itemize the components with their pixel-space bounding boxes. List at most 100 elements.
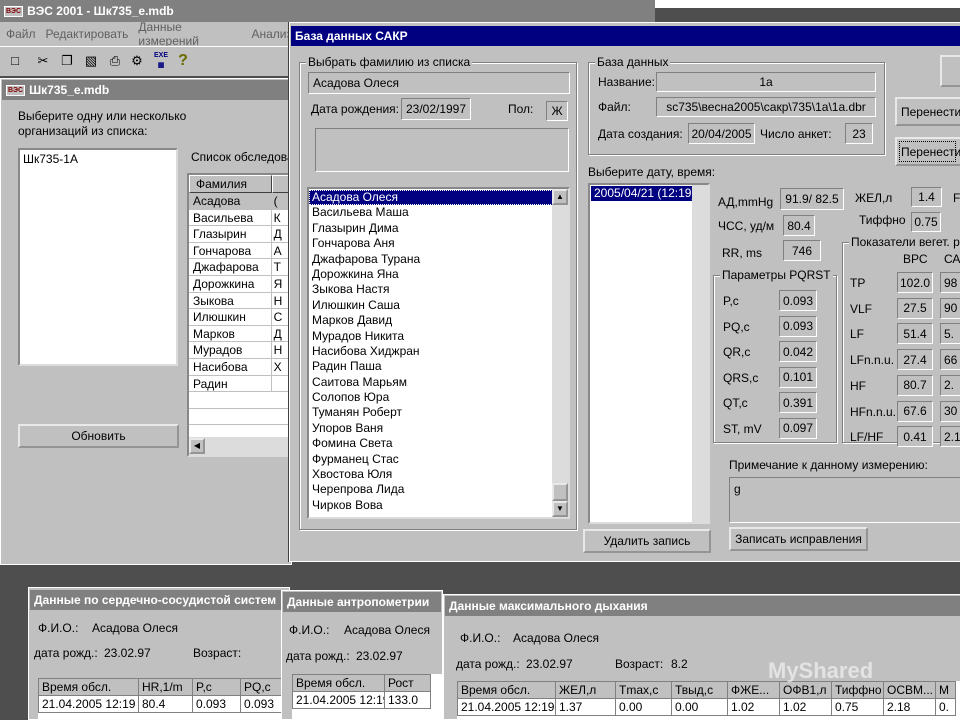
export-icon[interactable]: EXE ▦ — [152, 51, 170, 71]
scroll-down-icon[interactable]: ▼ — [552, 501, 568, 517]
name-list-item[interactable]: Марков Давид — [309, 313, 553, 328]
table-header-cell[interactable]: ЖЕЛ,л — [555, 681, 616, 699]
name-list-item[interactable]: Фурманец Стас — [309, 452, 553, 467]
selected-name-field[interactable]: Асадова Олеся — [308, 72, 570, 94]
name-list-item[interactable]: Солопов Юра — [309, 390, 553, 405]
surname-cell[interactable]: Илюшкин — [189, 309, 272, 325]
name-list-item[interactable]: Джафарова Турана — [309, 252, 553, 267]
name-list-item[interactable]: Мурадов Никита — [309, 329, 553, 344]
cut-icon[interactable]: ✂ — [34, 51, 52, 71]
table-header-cell[interactable]: P,c — [192, 678, 241, 696]
table-row[interactable]: Зыкова Н — [189, 292, 290, 310]
table-cell[interactable]: 0.093 — [192, 695, 241, 713]
surname-col2-cell[interactable]: С — [272, 309, 290, 325]
table-row[interactable]: Насибова Х — [189, 358, 290, 376]
table-cell[interactable]: 0. — [935, 698, 956, 716]
name-list-item[interactable]: Фомина Света — [309, 436, 553, 451]
veg-sa-value[interactable]: 98 — [940, 272, 960, 293]
surname-cell[interactable]: Дорожкина — [189, 275, 272, 292]
copy-icon[interactable]: ❐ — [58, 51, 76, 71]
surname-col2-cell[interactable]: Я — [272, 276, 290, 292]
table-header-cell[interactable]: ОФВ1,л — [779, 681, 832, 699]
delete-record-button[interactable]: Удалить запись — [583, 529, 711, 553]
name-list-item[interactable]: Саитова Марьям — [309, 375, 553, 390]
veg-sa-value[interactable]: 2. — [940, 374, 960, 396]
surname-cell[interactable]: Мурадов — [189, 342, 272, 358]
surname-col2-cell[interactable] — [272, 376, 290, 392]
table-row[interactable]: Марков Д — [189, 325, 290, 343]
veg-sa-value[interactable]: 5. — [940, 323, 960, 345]
note-field[interactable]: g — [729, 477, 960, 523]
surname-cell[interactable]: Джафарова — [189, 259, 272, 275]
table-cell[interactable]: 21.04.2005 12:19 — [292, 691, 385, 709]
sex-field[interactable]: Ж — [546, 101, 568, 121]
table-cell[interactable]: 0.00 — [671, 698, 728, 716]
dob-field[interactable]: 23/02/1997 — [401, 98, 471, 120]
name-list-item[interactable]: Гончарова Аня — [309, 236, 553, 251]
surveyed-grid[interactable]: Фамилия Асадова(Васильева К Глазырин Д Гонча… — [187, 173, 292, 457]
ad-field[interactable]: 91.9/ 82.5 — [780, 188, 844, 210]
table-header-cell[interactable]: М — [935, 681, 956, 699]
table-row[interactable]: 21.04.2005 12:19 133.0 — [292, 691, 431, 709]
db-created-field[interactable]: 20/04/2005 — [688, 123, 755, 144]
name-list-item[interactable]: Глазырин Дима — [309, 221, 553, 236]
col-header-2[interactable] — [271, 175, 290, 193]
table-header-cell[interactable]: Рост — [384, 674, 431, 692]
transfer-button-1[interactable]: Перенести — [895, 97, 960, 126]
name-list-item[interactable]: Дорожкина Яна — [309, 267, 553, 282]
menu-file[interactable]: Файл — [6, 27, 36, 41]
org-list[interactable]: Шк735-1А — [18, 148, 178, 366]
rr-field[interactable]: 746 — [783, 240, 821, 261]
table-row[interactable]: Радин — [189, 375, 290, 393]
save-changes-button[interactable]: Записать исправления — [729, 527, 868, 551]
col-header-surname[interactable]: Фамилия — [189, 175, 272, 193]
table-row[interactable]: 21.04.2005 12:19 80.4 0.093 0.093 — [38, 695, 282, 713]
table-row[interactable]: Асадова( — [189, 193, 290, 210]
veg-sa-value[interactable]: 30 — [940, 400, 960, 422]
db-name-field[interactable]: 1а — [656, 72, 876, 92]
db-file-field[interactable]: sc735\весна2005\сакр\735\1а\1а.dbr — [656, 97, 876, 117]
surname-cell[interactable]: Гончарова — [189, 242, 272, 259]
new-icon[interactable]: □ — [6, 51, 24, 71]
veg-sa-value[interactable]: 90 — [940, 297, 960, 319]
name-list-item[interactable]: Асадова Олеся — [309, 190, 553, 206]
table-row[interactable]: 21.04.2005 12:19 1.37 0.00 0.00 1.02 1.02 0.75… — [457, 698, 956, 716]
transfer-button-2[interactable]: Перенести — [895, 137, 960, 166]
table-row[interactable]: Гончарова А — [189, 242, 290, 260]
menu-measurements[interactable]: Данные измерений — [138, 20, 241, 48]
table-row[interactable]: Васильева К — [189, 209, 290, 227]
veg-value[interactable]: 27.5 — [897, 297, 933, 319]
veg-value[interactable]: 27.4 — [897, 349, 933, 371]
surname-col2-cell[interactable]: Т — [272, 259, 290, 275]
table-row[interactable]: Мурадов Н — [189, 342, 290, 359]
pqrst-value[interactable]: 0.042 — [779, 341, 817, 362]
close-dialog-button[interactable] — [940, 55, 960, 87]
menu-edit[interactable]: Редактировать — [46, 27, 129, 41]
table-cell[interactable]: 21.04.2005 12:19 — [457, 698, 556, 716]
surname-col2-cell[interactable]: Н — [272, 293, 290, 309]
grid-hscroll[interactable]: ◀ — [189, 437, 292, 455]
help-icon[interactable]: ? — [174, 51, 192, 71]
name-list-item[interactable]: Радин Паша — [309, 359, 553, 374]
pqrst-value[interactable]: 0.093 — [779, 315, 817, 337]
surname-col2-cell[interactable]: ( — [272, 193, 290, 209]
table-cell[interactable]: 1.02 — [727, 698, 780, 716]
surname-cell[interactable]: Радин — [189, 375, 272, 392]
table-cell[interactable]: 1.37 — [555, 698, 616, 716]
surname-col2-cell[interactable]: Д — [272, 226, 290, 242]
scroll-thumb[interactable] — [552, 483, 568, 501]
table-cell[interactable]: 0.093 — [240, 695, 282, 713]
surname-col2-cell[interactable]: Х — [272, 359, 290, 375]
veg-value[interactable]: 67.6 — [897, 400, 933, 422]
table-cell[interactable]: 0.00 — [615, 698, 672, 716]
table-row[interactable]: Джафарова Т — [189, 259, 290, 276]
pqrst-value[interactable]: 0.391 — [779, 392, 817, 413]
table-header-cell[interactable]: PQ,c — [240, 678, 282, 696]
table-row[interactable]: Дорожкина Я — [189, 275, 290, 293]
surname-cell[interactable]: Глазырин — [189, 226, 272, 242]
date-item-selected[interactable]: 2005/04/21 (12:19) — [591, 186, 695, 202]
stamp-icon[interactable]: ⚙ — [128, 51, 146, 71]
menu-analysis[interactable]: Анализ — [251, 27, 292, 41]
table-header-cell[interactable]: Твыд,c — [671, 681, 728, 699]
name-list-item[interactable]: Хвостова Юля — [309, 467, 553, 482]
